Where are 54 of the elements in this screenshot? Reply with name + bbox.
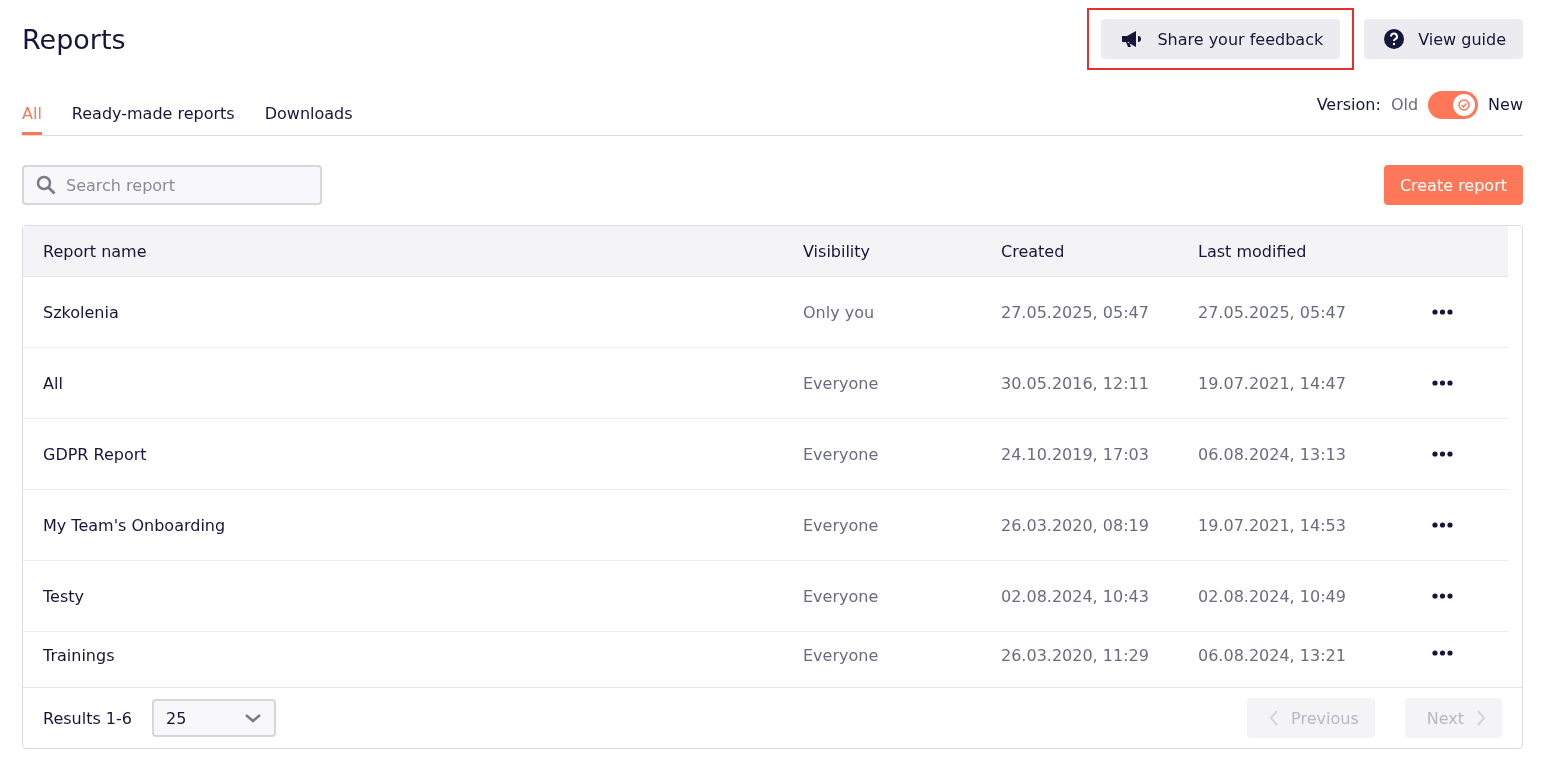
table-cell-text: Everyone (803, 373, 880, 393)
table-cell-text: 02.08.2024, 10:49 (1198, 586, 1347, 606)
table-cell-text: 24.10.2019, 17:03 (1001, 444, 1150, 464)
chevron-right-icon (1476, 709, 1486, 727)
search-field[interactable]: Search report (22, 165, 322, 205)
feedback-button[interactable]: Share your feedback (1101, 19, 1341, 59)
table-cell-text: Szkolenia (42, 302, 120, 322)
table-cell-text: 26.03.2020, 11:29 (1001, 646, 1150, 665)
chevron-down-icon (244, 713, 262, 723)
version-toggle[interactable] (1428, 90, 1479, 119)
table-cell-text: 26.03.2020, 08:19 (1001, 515, 1150, 535)
search-icon (36, 175, 56, 195)
ellipsis-icon (1432, 451, 1453, 457)
chevron-left-icon (1269, 709, 1280, 727)
table-cell-text: Everyone (803, 444, 880, 464)
table-cell-text: Everyone (803, 646, 880, 665)
column-header: Last modified (1198, 241, 1308, 261)
column-header: Report name (42, 241, 148, 261)
tab[interactable]: Downloads (264, 95, 353, 135)
table-cell-text: Everyone (803, 515, 880, 535)
table-cell-text: 30.05.2016, 12:11 (1001, 373, 1150, 393)
new-label: New (1488, 95, 1523, 114)
table-cell-text: My Team's Onboarding (42, 515, 227, 535)
page-size-select[interactable]: 25 (152, 699, 276, 737)
table-cell-text: 19.07.2021, 14:53 (1198, 515, 1347, 535)
ellipsis-icon (1432, 650, 1453, 656)
tab[interactable]: Ready-made reports (71, 95, 235, 135)
ellipsis-icon (1432, 522, 1453, 528)
ellipsis-icon (1432, 593, 1453, 599)
column-header: Visibility (803, 241, 872, 261)
table-cell-text: 06.08.2024, 13:21 (1198, 646, 1347, 665)
column-header: Created (1001, 241, 1066, 261)
results-count: Results 1-6 (43, 708, 132, 728)
page-title: Reports (22, 23, 127, 55)
search-input[interactable]: Search report (64, 174, 308, 196)
guide-button[interactable]: View guide (1364, 19, 1523, 59)
megaphone-icon (1121, 30, 1144, 48)
table-cell-text: 02.08.2024, 10:43 (1001, 586, 1150, 606)
table-cell-text: 06.08.2024, 13:13 (1198, 444, 1347, 464)
table-cell-text: All (42, 373, 64, 393)
ellipsis-icon (1432, 380, 1453, 386)
check-circle-icon (1458, 98, 1471, 111)
table-cell-text: GDPR Report (42, 444, 148, 464)
table-cell-text: 27.05.2025, 05:47 (1198, 302, 1347, 322)
help-icon (1384, 29, 1405, 49)
table-cell-text: Testy (42, 586, 85, 606)
old-label: Old (1390, 95, 1419, 114)
version-label: Version: (1316, 95, 1381, 114)
table-cell-text: 19.07.2021, 14:47 (1198, 373, 1347, 393)
table-cell-text: 27.05.2025, 05:47 (1001, 302, 1150, 322)
ellipsis-icon (1432, 309, 1453, 315)
table-cell-text: Trainings (42, 646, 116, 665)
table-cell-text: Only you (803, 302, 876, 322)
table-cell-text: Everyone (803, 586, 880, 606)
